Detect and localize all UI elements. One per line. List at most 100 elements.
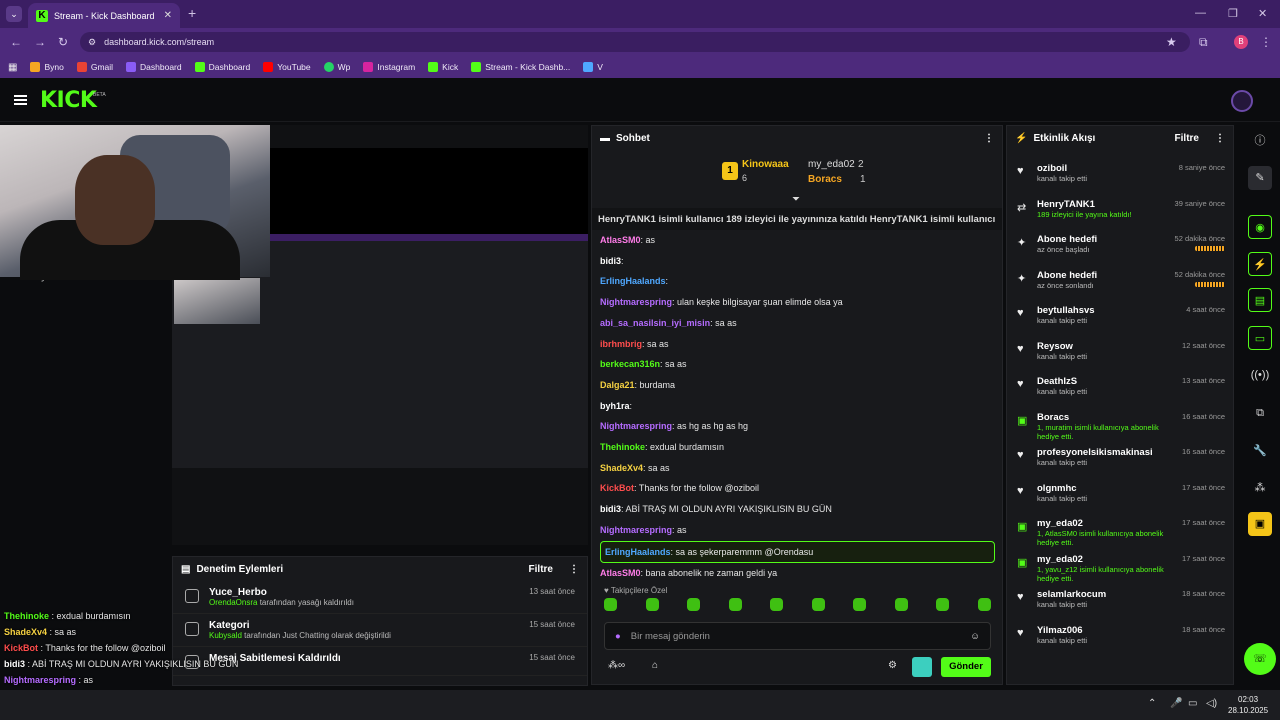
system-clock[interactable]: 02:03 28.10.2025 (1228, 694, 1268, 716)
activity-name[interactable]: Abone hedefi (1037, 270, 1167, 281)
activity-name[interactable]: olgnmhc (1037, 483, 1174, 494)
emoji-icon[interactable]: ☺ (970, 631, 980, 642)
browser-menu-icon[interactable]: ⋮ (1260, 35, 1272, 49)
bookmark-instagram[interactable]: Instagram (363, 62, 415, 72)
profile-avatar[interactable]: B (1234, 35, 1248, 49)
leader-name[interactable]: Boracs (808, 174, 842, 185)
emote-icon[interactable] (977, 598, 991, 611)
activity-name[interactable]: Boracs (1037, 412, 1174, 423)
chat-username[interactable]: Nightmarespring (4, 675, 76, 685)
send-button[interactable]: Gönder (941, 657, 991, 677)
close-tab-icon[interactable]: ✕ (164, 10, 172, 21)
emote-icon[interactable] (604, 598, 617, 611)
activity-name[interactable]: profesyonelsikismakinasi (1037, 447, 1174, 458)
emote-icon[interactable] (936, 598, 950, 611)
wrench-icon[interactable]: 🔧 (1248, 439, 1272, 463)
bookmark-youtube[interactable]: YouTube (263, 62, 311, 72)
camera-icon[interactable]: ◉ (1248, 215, 1272, 239)
chat-username[interactable]: berkecan316n (600, 359, 660, 369)
emote-icon[interactable] (770, 598, 784, 611)
bookmark-dashboard-1[interactable]: Dashboard (126, 62, 182, 72)
chat-username[interactable]: Nightmarespring (600, 525, 672, 535)
chat-username[interactable]: bidi3 (600, 504, 621, 514)
minimize-icon[interactable]: — (1195, 7, 1206, 19)
extensions-icon[interactable]: ⧉ (1199, 35, 1208, 50)
chat-username[interactable]: Nightmarespring (600, 297, 672, 307)
emote-icon[interactable] (894, 598, 908, 611)
chat-username[interactable]: ErlingHaalands (600, 276, 666, 286)
activity-name[interactable]: my_eda02 (1037, 518, 1174, 529)
emote-icon[interactable] (645, 598, 659, 611)
maximize-icon[interactable]: ❐ (1228, 7, 1238, 20)
activity-name[interactable]: Yilmaz006 (1037, 625, 1174, 636)
chat-username[interactable]: Thehinoke (4, 611, 49, 621)
emote-icon[interactable] (811, 598, 825, 611)
bookmark-stream[interactable]: Stream - Kick Dashb... (471, 62, 570, 72)
activity-name[interactable]: DeathIzS (1037, 376, 1174, 387)
bookmark-gmail[interactable]: Gmail (76, 62, 113, 72)
bookmark-v[interactable]: V (583, 62, 603, 72)
activity-name[interactable]: beytullahsvs (1037, 305, 1178, 316)
chat-username[interactable]: ShadeXv4 (600, 463, 643, 473)
activity-name[interactable]: Reysow (1037, 341, 1174, 352)
back-icon[interactable]: ← (10, 35, 22, 49)
clapper-icon[interactable]: ▣ (1248, 512, 1272, 536)
edit-icon[interactable]: ✎ (1248, 166, 1272, 190)
chat-more-icon[interactable]: ⋮ (984, 133, 994, 144)
activity-name[interactable]: Abone hedefi (1037, 234, 1167, 245)
chat-username[interactable]: Thehinoke (600, 442, 645, 452)
bookmark-dashboard-2[interactable]: Dashboard (194, 62, 250, 72)
tab-search-icon[interactable]: ⌄ (6, 6, 22, 22)
info-icon[interactable]: ⓘ (1248, 129, 1272, 153)
chat-username[interactable]: ErlingHaalands (605, 547, 671, 557)
support-icon[interactable]: ☏ (1244, 643, 1276, 675)
emote-icon[interactable] (687, 598, 701, 611)
chat-username[interactable]: KickBot (600, 483, 634, 493)
emote-icon[interactable] (728, 598, 742, 611)
activity-name[interactable]: oziboil (1037, 163, 1171, 174)
chat-username[interactable]: Nightmarespring (600, 421, 672, 431)
activity-filter-button[interactable]: Filtre (1175, 133, 1199, 144)
community-icon[interactable]: ⁂ (1248, 476, 1272, 500)
activity-name[interactable]: my_eda02 (1037, 554, 1174, 565)
notes-icon[interactable]: ▤ (1248, 288, 1272, 312)
kick-logo[interactable]: KICK (40, 88, 97, 113)
apps-icon[interactable]: ▦ (8, 62, 17, 73)
more-icon[interactable]: ⋮ (569, 564, 579, 575)
chat-username[interactable]: AtlasSM0 (600, 568, 641, 578)
browser-tab[interactable]: K Stream - Kick Dashboard ✕ (28, 3, 180, 28)
new-tab-icon[interactable]: + (188, 5, 196, 21)
activity-more-icon[interactable]: ⋮ (1215, 133, 1225, 144)
leader-name[interactable]: my_eda02 (808, 159, 855, 170)
tray-chevron-icon[interactable]: ⌃ (1148, 698, 1156, 709)
chat-username[interactable]: abi_sa_nasilsin_iyi_misin (600, 318, 710, 328)
close-window-icon[interactable]: ✕ (1258, 7, 1267, 20)
chat-username[interactable]: byh1ra (600, 401, 630, 411)
kicks-icon[interactable] (912, 657, 932, 677)
chat-username[interactable]: ShadeXv4 (4, 627, 47, 637)
store-icon[interactable]: ⌂ (652, 660, 658, 671)
bolt-icon[interactable]: ⚡ (1248, 252, 1272, 276)
layers-icon[interactable]: ⧉ (1248, 401, 1272, 425)
chat-username[interactable]: AtlasSM0 (600, 235, 641, 245)
network-icon[interactable]: ▭ (1188, 698, 1197, 709)
reload-icon[interactable]: ↻ (58, 35, 68, 49)
collapse-icon[interactable]: ⏷ (792, 194, 800, 205)
chat-input[interactable]: ● Bir mesaj gönderin ☺ (604, 622, 991, 650)
mod-filter-button[interactable]: Filtre (529, 564, 553, 575)
microphone-icon[interactable]: ● (615, 631, 621, 642)
activity-name[interactable]: selamlarkocum (1037, 589, 1174, 600)
mic-tray-icon[interactable]: 🎤 (1170, 698, 1182, 709)
user-avatar[interactable] (1231, 90, 1253, 112)
bookmark-kick[interactable]: Kick (428, 62, 458, 72)
emote-icon[interactable] (853, 598, 867, 611)
chat-username[interactable]: bidi3 (600, 256, 621, 266)
chat-username[interactable]: Dalga21 (600, 380, 635, 390)
commands-icon[interactable]: ⁂∞ (608, 660, 625, 671)
site-info-icon[interactable]: ⚙ (88, 37, 96, 48)
leader-name[interactable]: Kinowaaa (742, 159, 789, 170)
forward-icon[interactable]: → (34, 35, 46, 49)
menu-icon[interactable] (14, 95, 27, 105)
chat-username[interactable]: bidi3 (4, 659, 25, 669)
chat-username[interactable]: ibrhmbrig (600, 339, 642, 349)
